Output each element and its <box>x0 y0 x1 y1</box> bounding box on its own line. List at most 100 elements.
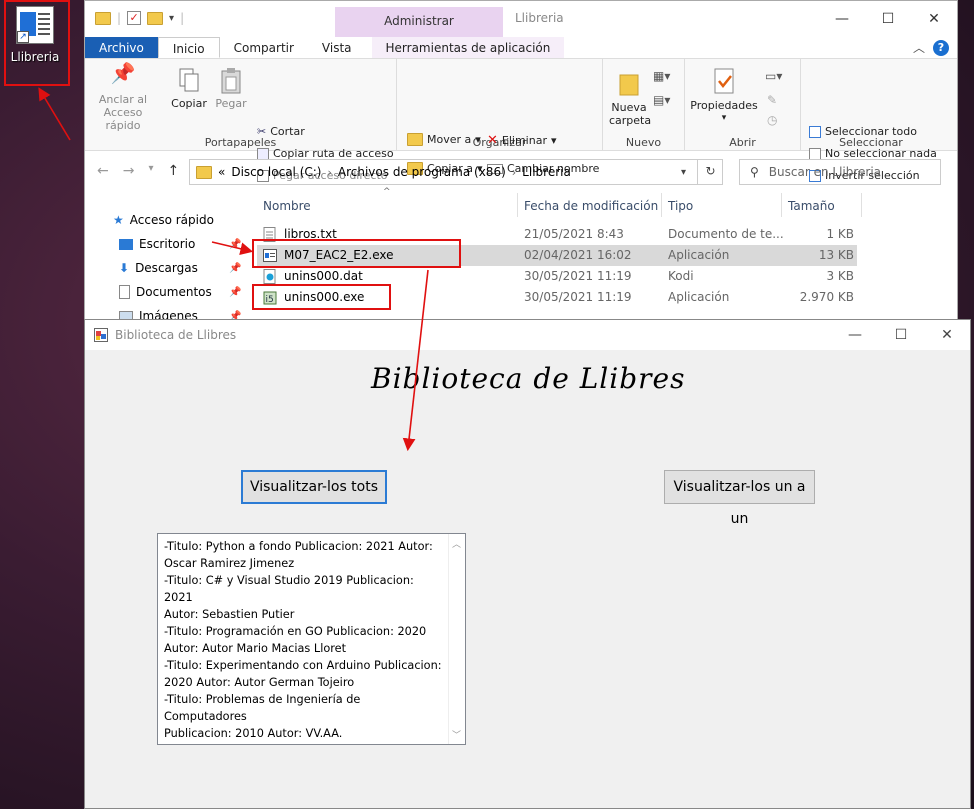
window-title: Llibreria <box>515 11 564 25</box>
nav-descargas[interactable]: ⬇ Descargas <box>119 261 198 275</box>
explorer-titlebar: | ✓ ▾ | Administrar Llibreria — ☐ ✕ <box>85 1 957 37</box>
select-all-icon <box>809 125 821 138</box>
books-list: -Titulo: Python a fondo Publicacion: 202… <box>164 538 446 742</box>
maximize-icon[interactable]: ☐ <box>865 1 911 37</box>
close-icon[interactable]: ✕ <box>911 1 957 37</box>
column-header-fecha[interactable]: Fecha de modificación <box>524 199 658 213</box>
select-all-button[interactable]: Seleccionar todo <box>809 125 917 138</box>
nav-label: Documentos <box>136 285 212 299</box>
listbox-scrollbar[interactable]: ︿ ﹀ <box>448 534 465 744</box>
file-type: Aplicación <box>668 248 730 262</box>
delete-button[interactable]: ✕ Eliminar ▾ <box>487 133 557 148</box>
address-bar[interactable]: « Disco local (C:) › Archivos de program… <box>189 159 723 185</box>
group-label-abrir: Abrir <box>729 136 756 149</box>
paste-button[interactable]: Pegar <box>211 67 251 110</box>
pin-quick-access-button[interactable]: 📌 Anclar al Acceso rápido <box>91 61 155 132</box>
list-line: Autor: Sebastien Putier <box>164 608 295 621</box>
up-arrow-icon[interactable]: ↑ <box>168 163 180 179</box>
close-icon[interactable]: ✕ <box>924 320 970 350</box>
search-input[interactable]: ⚲ Buscar en Llibreria <box>739 159 941 185</box>
list-line: -Titulo: Programación en GO Publicacion:… <box>164 625 427 638</box>
desktop-icon <box>119 238 133 250</box>
sort-arrow-icon: ^ <box>383 187 391 197</box>
edit-icon: ✎ <box>767 93 778 107</box>
nav-label: Descargas <box>135 261 198 275</box>
group-portapapeles: 📌 Anclar al Acceso rápido Copiar Pegar ✂… <box>85 59 397 182</box>
refresh-icon[interactable]: ↻ <box>697 159 723 185</box>
address-dropdown-icon[interactable]: ▾ <box>681 167 686 178</box>
kodi-file-icon <box>263 269 276 284</box>
file-size: 2.970 KB <box>799 290 854 304</box>
recent-dropdown-icon[interactable]: ▾ <box>148 163 153 179</box>
list-line: -Titulo: Problemas de Ingeniería de Comp… <box>164 693 361 723</box>
maximize-icon[interactable]: ☐ <box>878 320 924 350</box>
nav-escritorio[interactable]: Escritorio <box>119 237 195 251</box>
ribbon-tabs: Archivo Inicio Compartir Vista Herramien… <box>85 37 957 59</box>
move-to-button[interactable]: Mover a ▾ <box>407 133 481 146</box>
select-all-label: Seleccionar todo <box>825 125 917 138</box>
star-icon: ★ <box>113 213 124 227</box>
easy-access-icon[interactable]: ▤▾ <box>653 93 670 107</box>
breadcrumb-archivos-programa[interactable]: Archivos de programa (x86) <box>338 165 506 179</box>
pin-label: Anclar al <box>98 93 148 106</box>
show-all-button[interactable]: Visualitzar-los tots <box>241 470 387 504</box>
back-arrow-icon[interactable]: ← <box>97 163 109 179</box>
help-icon[interactable]: ? <box>933 39 949 56</box>
books-listbox[interactable]: -Titulo: Python a fondo Publicacion: 202… <box>157 533 466 745</box>
tab-herramientas[interactable]: Herramientas de aplicación <box>371 37 565 58</box>
file-date: 30/05/2021 11:19 <box>524 290 632 304</box>
tab-vista[interactable]: Vista <box>308 37 366 58</box>
breadcrumb-disco-local[interactable]: Disco local (C:) <box>231 165 321 179</box>
nav-documentos[interactable]: Documentos <box>119 285 212 299</box>
new-folder-button[interactable]: Nueva carpeta <box>609 67 652 127</box>
scroll-down-icon[interactable]: ﹀ <box>452 728 461 741</box>
open-icon[interactable]: ▭▾ <box>765 69 782 83</box>
app-titlebar: Biblioteca de Llibres — ☐ ✕ <box>85 320 970 350</box>
annotation-box-desktop <box>4 0 70 86</box>
new-folder-label-1: Nueva <box>611 101 647 114</box>
list-line: 2020 Autor: Autor German Tojeiro <box>164 676 355 689</box>
copy-label: Copiar <box>171 97 207 110</box>
minimize-icon[interactable]: — <box>819 1 865 37</box>
delete-x-icon: ✕ <box>487 133 498 148</box>
column-header-tamano[interactable]: Tamaño <box>788 199 835 213</box>
group-label-nuevo: Nuevo <box>625 136 662 149</box>
column-header-nombre[interactable]: Nombre <box>263 199 311 213</box>
scroll-up-icon[interactable]: ︿ <box>452 537 461 550</box>
column-header-tipo[interactable]: Tipo <box>668 199 693 213</box>
history-icon: ◷ <box>767 113 778 127</box>
annotation-box-exe <box>252 239 461 268</box>
navigation-pane: ★ Acceso rápido Escritorio ⬇ Descargas Doc… <box>85 193 245 331</box>
properties-check-icon[interactable]: ✓ <box>127 11 142 25</box>
pin-icon: 📌 <box>110 61 136 85</box>
copy-button[interactable]: Copiar <box>167 67 211 110</box>
winform-app-icon <box>94 328 108 342</box>
new-item-icon[interactable]: ▦▾ <box>653 69 670 83</box>
biblioteca-window: Biblioteca de Llibres — ☐ ✕ Biblioteca d… <box>84 319 971 809</box>
list-line: Autor: Autor Mario Macias Lloret <box>164 642 347 655</box>
show-one-by-one-button[interactable]: Visualitzar-los un a un <box>664 470 815 527</box>
pin-icon: 📌 <box>229 287 242 298</box>
pin-icon: 📌 <box>229 239 242 250</box>
list-line: -Titulo: C# y Visual Studio 2019 Publica… <box>164 574 414 604</box>
minimize-icon[interactable]: — <box>832 320 878 350</box>
breadcrumb-llibreria[interactable]: Llibreria <box>522 165 571 179</box>
collapse-ribbon-icon[interactable]: ︿ <box>913 39 925 56</box>
paste-label: Pegar <box>215 97 247 110</box>
group-label-portapapeles: Portapapeles <box>204 136 277 149</box>
tab-inicio[interactable]: Inicio <box>157 37 220 58</box>
new-folder-icon[interactable] <box>147 11 164 25</box>
nav-acceso-rapido[interactable]: ★ Acceso rápido <box>113 213 214 227</box>
breadcrumb-overflow[interactable]: « <box>218 165 225 179</box>
folder-icon[interactable] <box>95 11 111 25</box>
app-window-title: Biblioteca de Llibres <box>115 328 237 342</box>
properties-label: Propiedades <box>690 99 758 112</box>
copy-icon <box>167 67 211 97</box>
qat-dropdown-icon[interactable]: ▾ <box>169 13 174 24</box>
properties-button[interactable]: Propiedades ▾ <box>689 67 759 125</box>
tab-compartir[interactable]: Compartir <box>220 37 308 58</box>
forward-arrow-icon[interactable]: → <box>123 163 135 179</box>
new-folder-label-2: carpeta <box>609 114 652 127</box>
list-line: Publicacion: 2010 Autor: VV.AA. <box>164 727 343 740</box>
tab-archivo[interactable]: Archivo <box>85 37 158 58</box>
